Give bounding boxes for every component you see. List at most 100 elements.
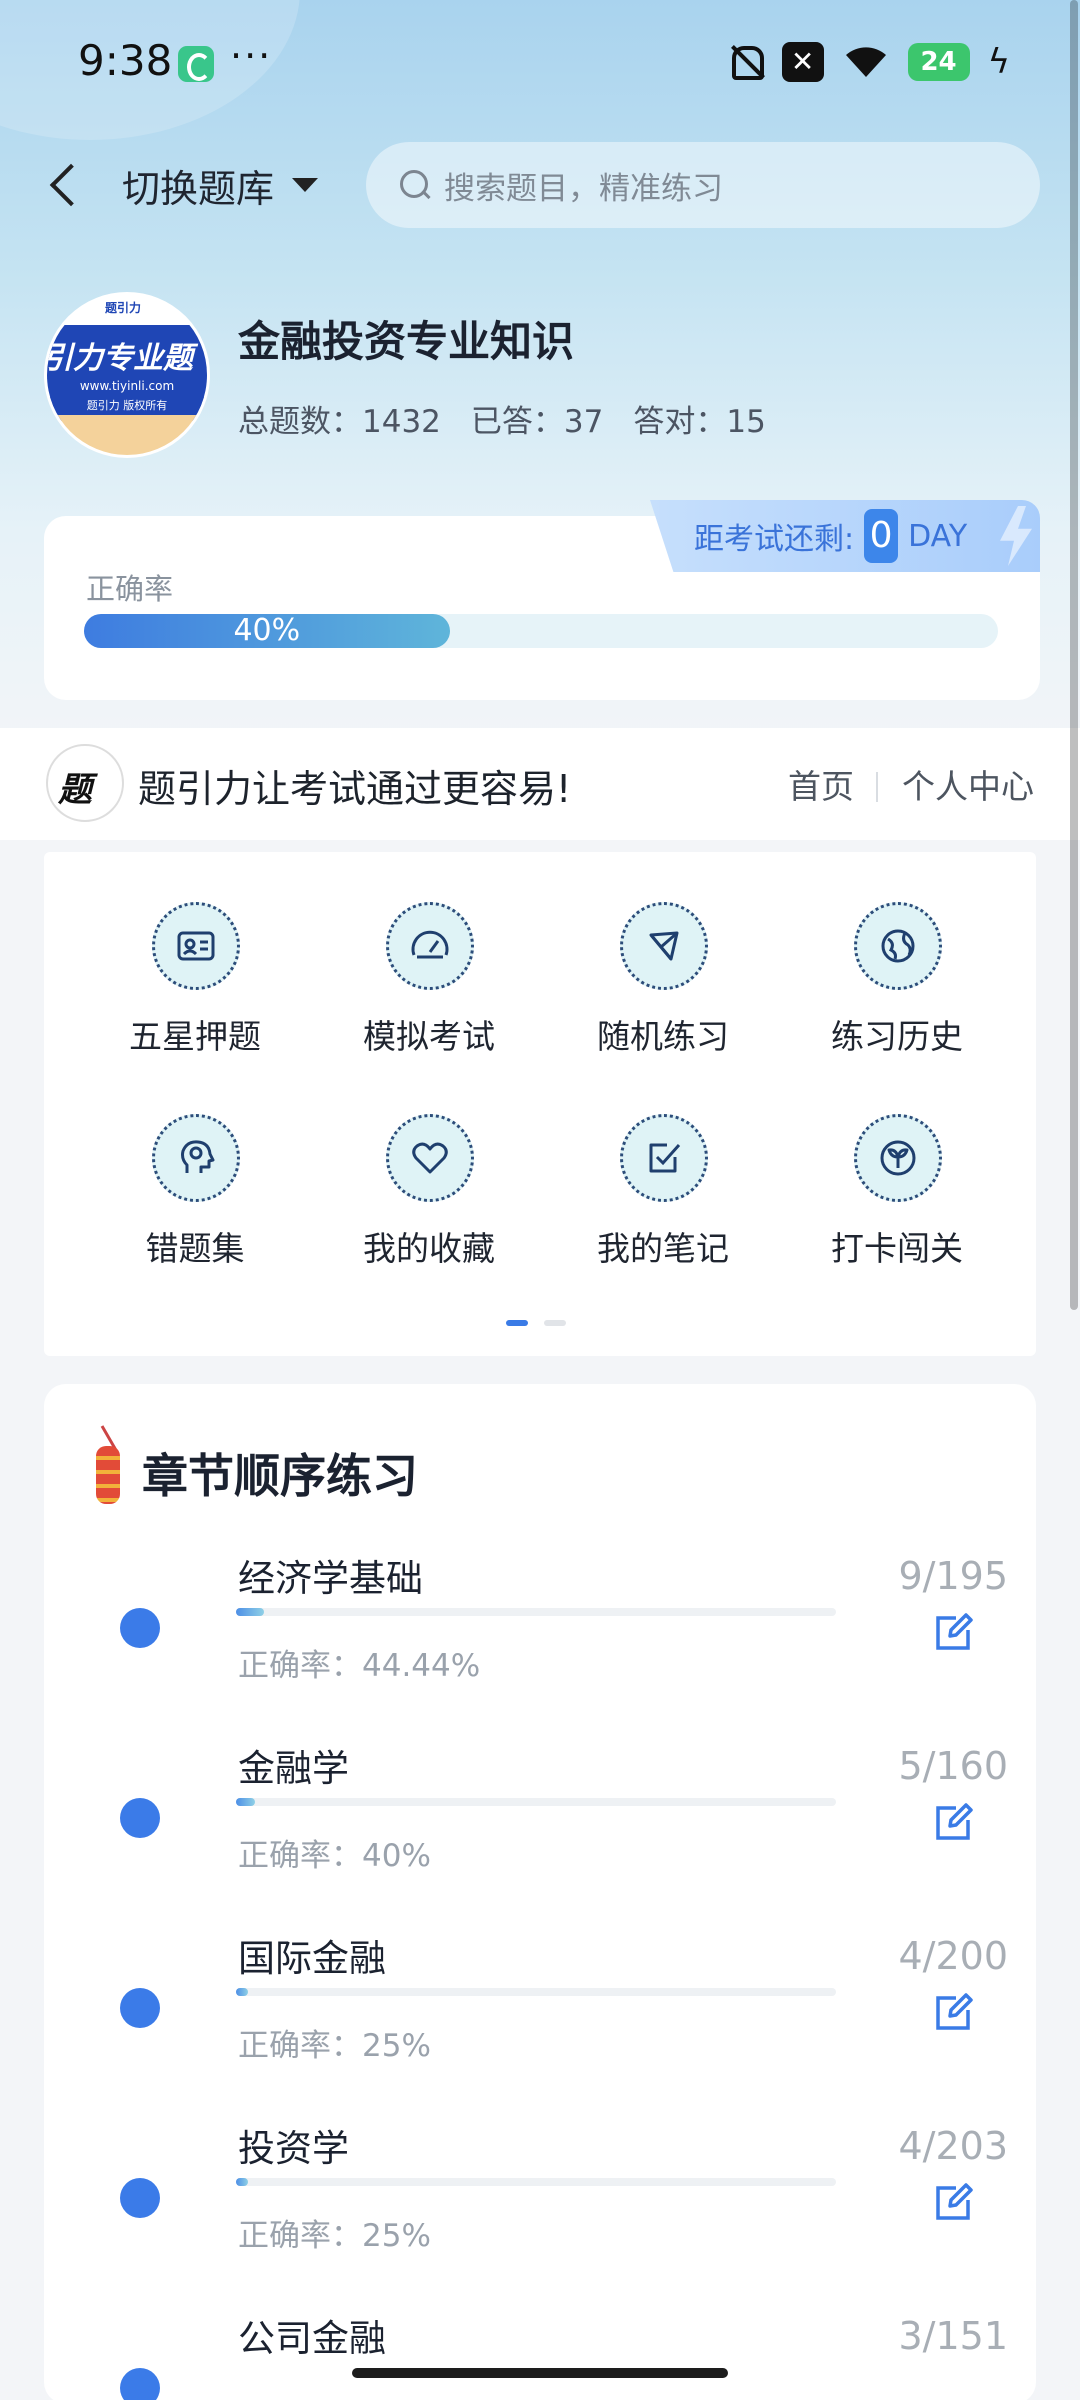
chapter-row[interactable]: 投资学 正确率：25% 4/203	[44, 2118, 1036, 2308]
chapter-name: 金融学	[238, 1747, 349, 1790]
func-five-star[interactable]: 五星押题	[78, 902, 312, 1072]
wifi-icon	[842, 43, 890, 81]
answered-count: 已答：37	[470, 404, 604, 440]
status-time: 9:38	[78, 36, 173, 85]
func-label: 错题集	[145, 1229, 245, 1268]
countdown-label: 距考试还剩:	[694, 522, 855, 557]
divider	[876, 772, 878, 802]
banner-slogan: 题引力让考试通过更容易!	[138, 767, 572, 811]
chapter-progress-bar	[236, 1798, 836, 1806]
func-random-practice[interactable]: 随机练习	[546, 902, 780, 1072]
search-placeholder: 搜索题目，精准练习	[444, 170, 723, 207]
battery-icon: 24	[907, 43, 970, 81]
chapter-progress-bar	[236, 1608, 836, 1616]
chapter-row[interactable]: 公司金融 3/151	[44, 2308, 1036, 2400]
func-history[interactable]: 练习历史	[780, 902, 1014, 1072]
home-link[interactable]: 首页	[788, 760, 854, 808]
accuracy-progress-bar: 40%	[84, 614, 998, 648]
chapter-row[interactable]: 经济学基础 正确率：44.44% 9/195	[44, 1548, 1036, 1738]
heart-icon	[412, 1142, 448, 1174]
head-icon	[181, 1140, 215, 1173]
id-card-icon	[177, 931, 215, 961]
app-notification-icon	[178, 46, 214, 82]
chapter-dot	[120, 2178, 160, 2218]
brand-logo: 题	[46, 744, 124, 822]
func-label: 我的收藏	[363, 1229, 495, 1268]
logo-url: www.tiyinli.com	[79, 379, 175, 393]
chapter-accuracy: 正确率：25%	[238, 2028, 431, 2064]
x-icon: ✕	[781, 42, 824, 82]
bank-logo: 题引力 引力专业题 www.tiyinli.com 题引力 版权所有	[44, 292, 210, 458]
func-label: 我的笔记	[597, 1229, 729, 1268]
scrollbar[interactable]	[1070, 0, 1078, 1310]
chapter-name: 国际金融	[238, 1937, 386, 1980]
home-indicator[interactable]	[352, 2368, 728, 2378]
bank-title: 金融投资专业知识	[238, 317, 575, 366]
total-count: 总题数：1432	[238, 404, 441, 440]
caret-down-icon	[292, 178, 319, 192]
profile-link[interactable]: 个人中心	[902, 760, 1034, 808]
chapter-accuracy: 正确率：40%	[238, 1838, 431, 1874]
exam-countdown-badge: 距考试还剩: 0 DAY	[650, 500, 1040, 572]
edit-icon[interactable]	[932, 1992, 974, 2034]
page-dot-active	[506, 1320, 528, 1326]
back-button[interactable]	[40, 150, 90, 220]
shuffle-icon	[649, 931, 679, 961]
page-dot	[544, 1320, 566, 1326]
search-input[interactable]: 搜索题目，精准练习	[366, 142, 1040, 228]
chapter-accuracy: 正确率：44.44%	[238, 1648, 481, 1684]
func-wrong-questions[interactable]: 错题集	[78, 1114, 312, 1284]
accuracy-label: 正确率	[86, 572, 174, 606]
chapter-count: 4/203	[898, 2124, 1008, 2168]
switch-bank-label: 切换题库	[122, 166, 275, 211]
func-favorites[interactable]: 我的收藏	[312, 1114, 546, 1284]
func-mock-exam[interactable]: 模拟考试	[312, 902, 546, 1072]
func-label: 打卡闯关	[831, 1229, 963, 1268]
chapter-dot	[120, 1798, 160, 1838]
switch-bank-button[interactable]: 切换题库	[122, 155, 319, 215]
func-label: 模拟考试	[363, 1017, 495, 1056]
edit-icon[interactable]	[932, 1802, 974, 1844]
function-grid: 五星押题 模拟考试 随机练习 练习历史 错题集 我的收藏 我的笔记 打卡闯关	[44, 852, 1036, 1356]
status-icons: ✕ 24 ϟ	[726, 38, 1010, 86]
status-bar: 9:38 ··· ✕ 24 ϟ	[0, 0, 1080, 125]
logo-text: 引力专业题	[44, 341, 193, 376]
bell-muted-icon	[726, 42, 764, 82]
globe-icon	[881, 929, 915, 963]
chapter-section-title: 章节顺序练习	[142, 1449, 418, 1503]
func-checkin[interactable]: 打卡闯关	[780, 1114, 1014, 1284]
search-icon	[398, 168, 432, 202]
chapter-progress-fill	[236, 2178, 248, 2186]
countdown-days: 0	[864, 509, 899, 563]
page-indicator	[506, 1320, 566, 1326]
chapter-count: 4/200	[898, 1934, 1008, 1978]
chapter-row[interactable]: 金融学 正确率：40% 5/160	[44, 1738, 1036, 1928]
chapter-row[interactable]: 国际金融 正确率：25% 4/200	[44, 1928, 1036, 2118]
accuracy-progress-fill: 40%	[84, 614, 450, 648]
chapter-progress-fill	[236, 1988, 248, 1996]
chapter-progress-fill	[236, 1798, 255, 1806]
chapter-count: 3/151	[898, 2314, 1008, 2358]
note-check-icon	[649, 1143, 681, 1173]
chapter-progress-fill	[236, 1608, 264, 1616]
func-label: 练习历史	[831, 1017, 963, 1056]
edit-icon[interactable]	[932, 2182, 974, 2224]
bank-stats: 总题数：1432 已答：37 答对：15	[238, 396, 766, 441]
speedometer-icon	[411, 930, 449, 959]
chapter-name: 经济学基础	[238, 1557, 423, 1600]
charging-icon: ϟ	[987, 42, 1010, 82]
site-banner: 题 题引力让考试通过更容易! 首页 个人中心	[0, 728, 1080, 840]
chapter-count: 5/160	[898, 1744, 1008, 1788]
chapter-name: 公司金融	[238, 2317, 386, 2360]
chapter-progress-bar	[236, 2178, 836, 2186]
chapter-progress-bar	[236, 1988, 836, 1996]
chapter-name: 投资学	[238, 2127, 349, 2170]
func-label: 随机练习	[597, 1017, 729, 1056]
firecracker-icon	[92, 1424, 126, 1508]
func-notes[interactable]: 我的笔记	[546, 1114, 780, 1284]
accuracy-value: 40%	[233, 613, 301, 648]
sprout-icon	[880, 1140, 916, 1176]
chapter-count: 9/195	[898, 1554, 1008, 1598]
edit-icon[interactable]	[932, 1612, 974, 1654]
lightning-icon	[1000, 506, 1032, 566]
